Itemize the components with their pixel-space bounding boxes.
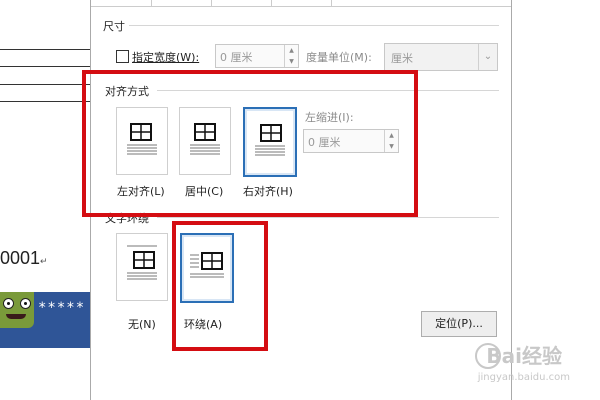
position-button[interactable]: 定位(P)... — [421, 311, 497, 337]
tab-strip — [91, 0, 511, 7]
document-stars: ***** — [38, 300, 86, 316]
table-border — [0, 101, 90, 102]
watermark-logo: Bai经验 — [486, 344, 562, 368]
alignment-highlight-box — [82, 70, 418, 217]
width-spinner[interactable]: 0 厘米 ▲ ▼ — [215, 44, 299, 68]
table-border — [0, 84, 90, 85]
width-value: 0 厘米 — [220, 51, 253, 64]
divider — [157, 217, 499, 218]
watermark-url: jingyan.baidu.com — [477, 372, 570, 383]
wrap-none-option[interactable] — [116, 233, 168, 301]
unit-select[interactable]: 厘米 ⌄ — [384, 43, 498, 71]
chevron-down-icon: ⌄ — [478, 44, 497, 70]
spin-up-icon[interactable]: ▲ — [285, 45, 298, 56]
frog-image — [0, 292, 34, 328]
divider — [129, 25, 499, 26]
spin-down-icon[interactable]: ▼ — [285, 56, 298, 67]
table-border — [0, 49, 90, 50]
wrap-highlight-box — [172, 221, 268, 351]
paragraph-mark-icon: ↵ — [40, 256, 48, 266]
unit-value: 厘米 — [391, 52, 413, 65]
document-area: 0001↵ ***** — [0, 0, 90, 400]
table-border — [0, 66, 90, 67]
size-section-title: 尺寸 — [103, 20, 125, 33]
specify-width-label: 指定宽度(W): — [132, 51, 200, 64]
specify-width-checkbox[interactable] — [116, 50, 129, 63]
document-number: 0001↵ — [0, 248, 48, 268]
unit-label: 度量单位(M): — [306, 51, 372, 64]
wrap-none-label: 无(N) — [128, 318, 156, 331]
